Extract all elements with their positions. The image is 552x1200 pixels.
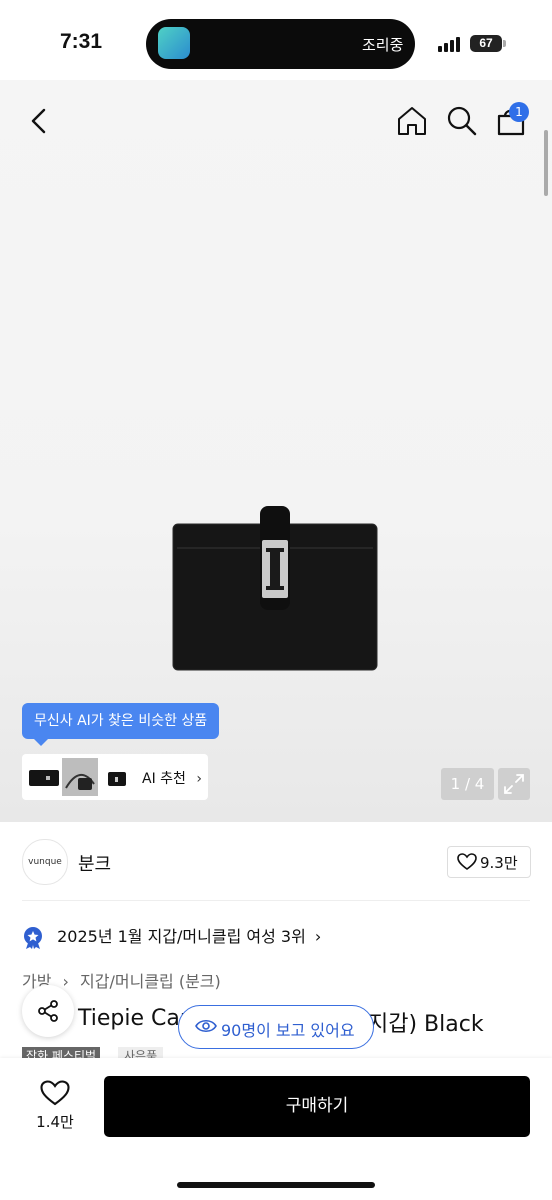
heart-icon — [457, 853, 477, 870]
viewers-text: 90명이 보고 있어요 — [221, 1021, 355, 1040]
buy-button[interactable]: 구매하기 — [104, 1076, 530, 1137]
similar-thumb-1[interactable] — [26, 758, 62, 796]
activity-label: 조리중 — [362, 36, 404, 54]
product-title-suffix: 지갑) Black — [368, 1012, 484, 1037]
ranking-text: 2025년 1월 지갑/머니클립 여성 3위 — [57, 927, 306, 946]
product-image — [171, 506, 379, 672]
similar-thumb-2[interactable] — [62, 758, 98, 796]
similar-thumb-3[interactable] — [98, 758, 134, 796]
share-icon — [38, 1000, 58, 1022]
cart-count-badge: 1 — [509, 102, 529, 122]
signal-icon — [438, 36, 464, 52]
brand-name[interactable]: 분크 — [78, 850, 111, 876]
ai-recommend-label: AI 추천 — [142, 771, 186, 787]
rank-medal-icon — [24, 926, 42, 949]
search-icon[interactable] — [446, 105, 478, 137]
status-time: 7:31 — [60, 30, 103, 53]
share-button[interactable] — [22, 985, 74, 1037]
divider — [22, 900, 530, 901]
ai-similar-tooltip: 무신사 AI가 찾은 비슷한 상품 — [22, 703, 220, 746]
like-button[interactable] — [40, 1080, 70, 1111]
battery-icon: 67 — [470, 35, 502, 52]
brand-like-button[interactable]: 9.3만 — [447, 846, 531, 878]
app-activity-icon — [158, 27, 190, 59]
heart-icon — [40, 1080, 70, 1106]
battery-tip — [503, 40, 506, 47]
home-icon[interactable] — [396, 105, 428, 137]
ai-recommend-link[interactable]: AI 추천 › — [142, 768, 202, 788]
breadcrumb-item[interactable]: 지갑/머니클립 (분크) — [80, 972, 221, 991]
like-count: 1.4만 — [36, 1113, 74, 1131]
image-pager: 1 / 4 — [441, 768, 494, 800]
chevron-right-icon: › — [196, 771, 202, 787]
back-icon[interactable] — [26, 106, 52, 136]
scrollbar[interactable] — [544, 130, 548, 196]
viewers-indicator: 90명이 보고 있어요 — [178, 1005, 374, 1049]
home-indicator — [177, 1182, 375, 1188]
chevron-right-icon: › — [314, 927, 322, 946]
chevron-right-icon: › — [62, 972, 69, 991]
expand-icon[interactable] — [498, 768, 530, 800]
ranking-link[interactable]: 2025년 1월 지갑/머니클립 여성 3위 › — [22, 923, 321, 950]
eye-icon — [195, 1019, 217, 1033]
brand-logo[interactable]: vunque — [22, 839, 68, 885]
brand-like-count: 9.3만 — [480, 854, 518, 872]
